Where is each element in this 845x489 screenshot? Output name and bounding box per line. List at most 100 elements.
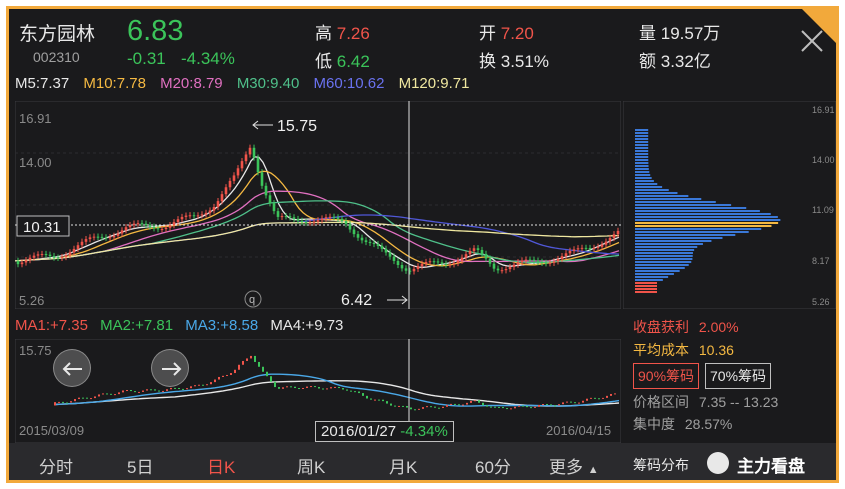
tab-more-label: 更多 <box>549 458 583 477</box>
candle-body <box>380 245 384 249</box>
overview-candle <box>494 406 496 408</box>
chip-bar <box>635 174 651 176</box>
amount-value: 3.32亿 <box>660 52 711 71</box>
overview-candle <box>394 405 396 407</box>
overview-candle <box>254 355 256 362</box>
tab-weekly-k[interactable]: 周K <box>297 453 325 478</box>
chip-bar <box>635 216 778 218</box>
overview-candle <box>86 397 88 399</box>
chip90-button[interactable]: 90%筹码 <box>633 363 700 389</box>
overview-candle <box>474 400 476 402</box>
chip-bar <box>635 198 702 200</box>
chip-tick-3: 11.09 <box>812 205 834 215</box>
candle-body <box>396 260 400 266</box>
chip-bar <box>635 150 649 152</box>
peak-annotation: 15.75 <box>277 118 317 135</box>
candle-body <box>616 230 620 235</box>
candle-body <box>64 255 68 258</box>
candle-body <box>248 147 252 155</box>
candle-body <box>392 256 396 261</box>
tab-intraday[interactable]: 分时 <box>39 453 73 478</box>
candle-body <box>280 216 284 218</box>
overview-candle <box>170 387 172 390</box>
candle-body <box>252 147 256 158</box>
overview-candle <box>598 398 600 400</box>
candle-body <box>612 234 616 238</box>
overview-candle <box>238 364 240 370</box>
overview-candle <box>498 406 500 408</box>
overview-candle <box>374 399 376 401</box>
price-change-pct: -4.34% <box>181 49 235 68</box>
candle-body <box>268 195 272 204</box>
scroll-right-button[interactable] <box>151 349 189 387</box>
tab-60min[interactable]: 60分 <box>475 453 511 478</box>
overview-candle <box>518 405 520 407</box>
open-label: 开 <box>479 24 496 43</box>
candle-body <box>520 260 524 263</box>
chip-tick-1: 16.91 <box>812 105 835 115</box>
candle-body <box>56 257 60 259</box>
close-icon[interactable] <box>798 27 826 55</box>
cursor-price: 10.31 <box>23 219 61 236</box>
candle-body <box>96 236 100 238</box>
overview-candle <box>182 388 184 390</box>
candle-body <box>352 229 356 235</box>
tab-5day[interactable]: 5日 <box>127 453 153 478</box>
overview-candle <box>366 395 368 399</box>
candle-body <box>16 260 20 265</box>
low-label: 低 <box>315 52 332 71</box>
tab-monthly-k[interactable]: 月K <box>389 453 417 478</box>
chip-bar <box>635 165 649 167</box>
overview-candle <box>542 404 544 406</box>
candle-body <box>244 154 248 162</box>
open-value: 7.20 <box>500 24 534 43</box>
overview-candle <box>262 366 264 372</box>
overview-candle <box>478 400 480 403</box>
candle-body <box>468 250 472 255</box>
scroll-left-button[interactable] <box>53 349 91 387</box>
candle-body <box>168 225 172 228</box>
tab-more[interactable]: 更多 ▲ <box>549 453 599 478</box>
candle-body <box>484 253 488 259</box>
overview-candle <box>350 390 352 392</box>
overview-candle <box>298 388 300 390</box>
candle-body <box>76 245 80 249</box>
overview-candle <box>122 390 124 393</box>
turnover-value: 3.51% <box>500 52 549 71</box>
chip-bar <box>635 261 692 263</box>
overview-candle <box>118 392 120 395</box>
overview-candle <box>90 398 92 400</box>
candle-body <box>388 252 392 257</box>
chip-dist-label: 筹码分布 <box>633 457 689 473</box>
candle-body <box>460 257 464 261</box>
chip-bar <box>635 129 649 131</box>
chip70-button[interactable]: 70%筹码 <box>705 363 772 389</box>
candle-body <box>332 216 336 218</box>
candlestick-chart[interactable]: 16.91 14.00 5.26 10.31 15.75 6.42 q <box>15 101 621 309</box>
cursor-date-box: 2016/01/27 -4.34% <box>315 421 454 442</box>
overview-candle <box>74 399 76 402</box>
overview-candle <box>294 386 296 389</box>
chip-bar <box>635 177 652 179</box>
overview-candle <box>610 393 612 396</box>
chip-bar <box>635 156 649 158</box>
tab-daily-k[interactable]: 日K <box>207 453 235 478</box>
y-tick-mid: 14.00 <box>19 155 52 170</box>
chip-bar <box>635 204 732 206</box>
chip-bar <box>635 252 693 254</box>
ma10-label: M10:7.78 <box>83 75 146 92</box>
candle-body <box>204 212 208 215</box>
overview-candle <box>218 376 220 380</box>
chip-bar <box>635 270 680 272</box>
candle-body <box>300 220 304 223</box>
candle-body <box>52 256 56 258</box>
candle-body <box>532 259 536 261</box>
overview-candle <box>462 404 464 406</box>
candle-body <box>92 236 96 238</box>
sub-ma1-label: MA1:+7.35 <box>15 317 88 334</box>
candle-body <box>384 248 388 253</box>
candle-body <box>364 240 368 243</box>
overview-candle <box>502 406 504 409</box>
overview-candle <box>438 407 440 409</box>
chip-bar <box>635 186 663 188</box>
